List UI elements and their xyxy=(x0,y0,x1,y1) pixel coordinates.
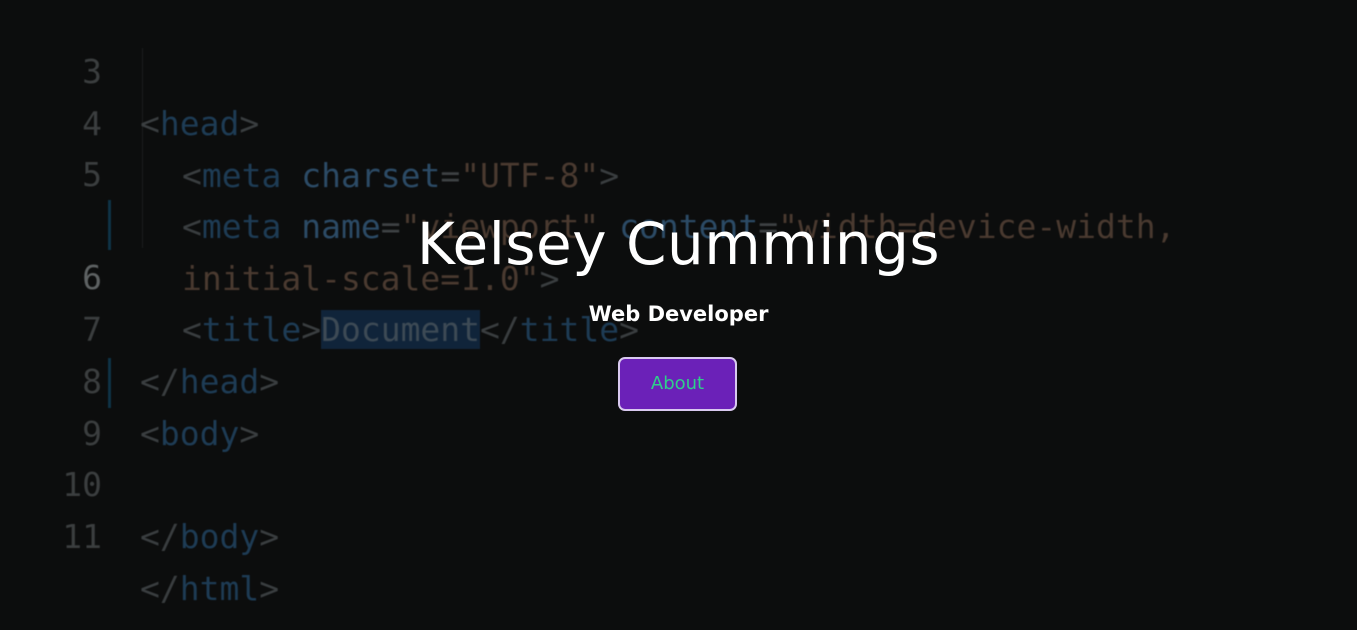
hero-subtitle: Web Developer xyxy=(588,302,769,326)
hero-overlay: Kelsey Cummings Web Developer About xyxy=(0,0,1357,630)
hero-section: 3 <head> 4 <meta charset="UTF-8"> 5 <met… xyxy=(0,0,1357,630)
hero-name: Kelsey Cummings xyxy=(416,210,941,278)
about-button[interactable]: About xyxy=(618,357,737,411)
